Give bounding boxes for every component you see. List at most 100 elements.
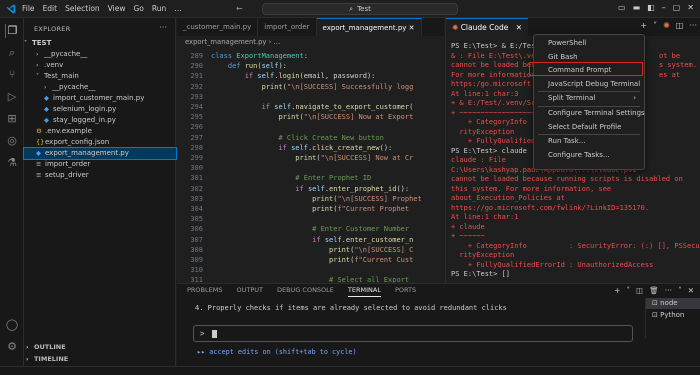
search-view-icon[interactable]: ⌕ — [5, 46, 19, 60]
terminal-prompt-input[interactable]: > — [193, 325, 633, 342]
highlight-annotation-box — [529, 62, 643, 76]
tree-file[interactable]: ◆ export_management.py — [23, 147, 177, 160]
code-token: "\n[SUCCESS] C — [354, 245, 414, 254]
source-control-icon[interactable]: ⑂ — [5, 68, 19, 82]
tree-folder[interactable]: › .venv — [24, 60, 176, 71]
panel-toggle-icon[interactable]: ▬ — [633, 3, 641, 12]
tab-output[interactable]: OUTPUT — [236, 286, 263, 297]
tab-import-customer-main[interactable]: _customer_main.py — [177, 18, 259, 36]
close-icon[interactable]: ✕ — [409, 24, 415, 32]
new-terminal-plus-icon[interactable]: + — [640, 21, 647, 30]
root-label: TEST — [32, 39, 52, 47]
minimize-icon[interactable]: – — [662, 3, 666, 12]
split-editor-icon[interactable]: ◫ — [676, 21, 684, 30]
chevron-down-icon: ˅ — [24, 40, 27, 47]
menu-more[interactable]: … — [174, 4, 182, 13]
new-terminal-plus-icon[interactable]: + — [614, 286, 620, 295]
kill-terminal-trash-icon[interactable]: 🗑 — [649, 286, 659, 295]
tree-file[interactable]: ⚙ .env.example — [24, 126, 176, 137]
testing-icon[interactable]: ⚗ — [5, 156, 19, 170]
claude-star-icon[interactable]: ✺ — [663, 21, 670, 30]
account-icon[interactable]: ◯ — [5, 318, 19, 332]
explorer-icon[interactable]: ❐ — [5, 24, 19, 38]
tree-item-label: .env.example — [45, 127, 92, 135]
chevron-right-icon: › — [26, 344, 29, 351]
terminal-node[interactable]: ⊡ node — [646, 298, 700, 309]
code-token: login — [278, 72, 300, 81]
py-file-icon: ◆ — [44, 105, 49, 113]
tree-file[interactable]: ◆ import_customer_main.py — [24, 93, 176, 104]
code-token: print — [278, 113, 300, 122]
dropdown-item-label: JavaScript Debug Terminal — [548, 79, 641, 88]
tree-file[interactable]: {}export_config.json — [24, 137, 176, 148]
code-token: def — [227, 62, 245, 71]
code-token: print — [295, 154, 317, 162]
remote-icon[interactable]: ◎ — [5, 134, 19, 148]
menu-selection[interactable]: Selection — [65, 4, 100, 13]
dropdown-item[interactable]: Split Terminal › — [534, 93, 644, 104]
chevron-down-icon[interactable]: ˅ — [653, 21, 657, 30]
manage-gear-icon[interactable]: ⚙ — [5, 340, 19, 354]
title-bar: File Edit Selection View Go Run … ← ⌕ Te… — [0, 0, 700, 18]
back-arrow-icon[interactable]: ← — [236, 4, 243, 13]
code-token: print — [312, 205, 334, 213]
tab-problems[interactable]: PROBLEMS — [187, 286, 222, 297]
tree-file[interactable]: ◆ stay_logged_in.py — [24, 115, 176, 126]
menu-go[interactable]: Go — [133, 4, 143, 13]
tab-ports[interactable]: PORTS — [395, 286, 416, 297]
tab-claude-code[interactable]: ✺ Claude Code ✕ — [446, 18, 529, 36]
menu-edit[interactable]: Edit — [43, 4, 58, 13]
outline-section[interactable]: › OUTLINE — [26, 343, 66, 351]
dropdown-separator — [538, 91, 640, 93]
dropdown-item-label: Configure Terminal Settings — [548, 109, 645, 117]
tree-folder[interactable]: › __pycache__ — [24, 49, 176, 60]
tree-folder[interactable]: › __pycache__ — [24, 82, 176, 93]
close-icon[interactable]: ✕ — [687, 3, 694, 12]
command-center-search[interactable]: ⌕ Test — [262, 3, 458, 15]
more-actions-icon[interactable]: ··· — [159, 23, 167, 32]
dropdown-item[interactable]: Configure Tasks... — [534, 150, 644, 161]
more-actions-icon[interactable]: ··· — [689, 21, 697, 30]
sidebar-toggle-icon[interactable]: ◧ — [647, 3, 655, 12]
maximize-panel-icon[interactable]: ˄ — [678, 286, 682, 295]
more-actions-icon[interactable]: ··· — [665, 286, 672, 295]
split-terminal-icon[interactable]: ◫ — [636, 286, 643, 295]
dropdown-item[interactable]: Run Task... — [534, 136, 644, 147]
tree-item-label: stay_logged_in.py — [53, 116, 116, 124]
breadcrumb: export_management.py › … — [185, 38, 281, 46]
menu-run[interactable]: Run — [152, 4, 166, 13]
tree-root[interactable]: ˅ TEST — [24, 38, 176, 49]
tree-file[interactable]: ≡ setup_driver — [24, 170, 176, 181]
chevron-down-icon[interactable]: ˅ — [626, 286, 630, 295]
tree-file[interactable]: ≡ import_order — [24, 159, 176, 170]
close-icon[interactable]: ✕ — [516, 23, 522, 32]
close-icon[interactable]: ✕ — [688, 286, 694, 295]
code-token: print — [329, 245, 351, 254]
terminal-icon: ⊡ — [652, 299, 658, 307]
terminal-python[interactable]: ⊡ Python — [646, 310, 700, 321]
layout-icon[interactable]: ▭ — [618, 3, 626, 12]
dropdown-item[interactable]: Git Bash — [534, 52, 644, 63]
timeline-section[interactable]: › TIMELINE — [26, 355, 68, 363]
tab-terminal[interactable]: TERMINAL — [347, 286, 381, 297]
dropdown-item[interactable]: Configure Terminal Settings — [534, 108, 645, 119]
tree-file[interactable]: ◆ selenium_login.py — [24, 104, 176, 115]
tree-folder[interactable]: ˅ Test_main — [24, 71, 176, 82]
tab-debug-console[interactable]: DEBUG CONSOLE — [277, 286, 334, 297]
maximize-icon[interactable]: ▢ — [673, 3, 681, 12]
tab-import-order[interactable]: import_order — [258, 18, 317, 36]
dropdown-item[interactable]: JavaScript Debug Terminal — [534, 79, 644, 90]
tab-export-management[interactable]: export_management.py ✕ — [316, 18, 422, 36]
dropdown-item[interactable]: Select Default Profile — [534, 122, 644, 133]
terminal-line: + ~~~~~~ — [451, 232, 485, 240]
menu-view[interactable]: View — [108, 4, 126, 13]
code-token: if — [261, 103, 275, 111]
run-debug-icon[interactable]: ▷ — [5, 90, 19, 104]
menu-file[interactable]: File — [22, 4, 35, 13]
code-token: "\n[SUCCESS] Prophet — [337, 194, 422, 203]
dropdown-item[interactable]: PowerShell — [534, 38, 644, 49]
extensions-icon[interactable]: ⊞ — [5, 112, 19, 126]
